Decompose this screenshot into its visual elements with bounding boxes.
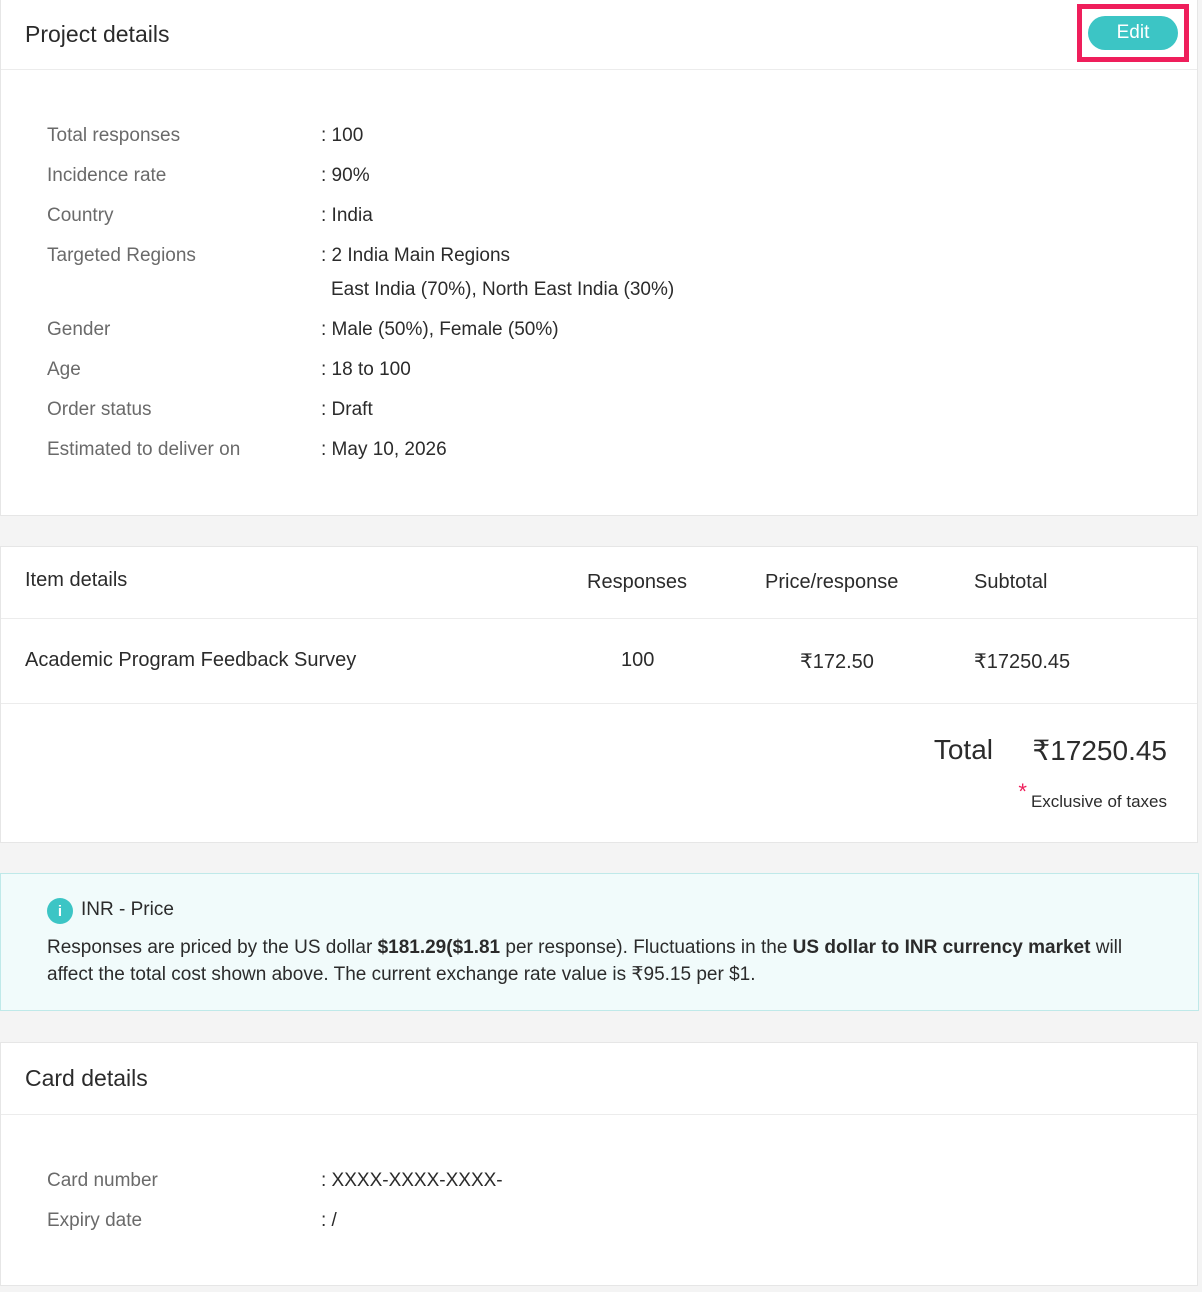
detail-value: : 90% [321, 165, 370, 186]
column-header-subtotal: Subtotal [974, 571, 1048, 593]
detail-label: Order status [47, 399, 152, 420]
card-details-title: Card details [25, 1065, 148, 1091]
detail-value: : 2 India Main Regions [321, 245, 511, 266]
detail-value: : Male (50%), Female (50%) [321, 319, 559, 340]
detail-value: : 100 [321, 125, 364, 146]
edit-button[interactable]: Edit [1088, 16, 1178, 50]
regions-breakdown: East India (70%), North East India (30%) [331, 279, 675, 300]
detail-label: Gender [47, 319, 111, 340]
item-details-card: Item details Responses Price/response Su… [0, 546, 1198, 843]
detail-label: Age [47, 359, 81, 380]
inr-price-notice: i INR - Price Responses are priced by th… [0, 873, 1199, 1011]
detail-value: : May 10, 2026 [321, 439, 447, 460]
item-table-header: Item details Responses Price/response Su… [1, 547, 1197, 619]
detail-label: Card number [47, 1170, 158, 1191]
column-header-price: Price/response [765, 571, 899, 593]
asterisk-icon: * [1018, 779, 1027, 804]
project-details-card: Project details Edit Total responses : 1… [0, 0, 1198, 516]
detail-label: Targeted Regions [47, 245, 196, 266]
notice-text-part: per response). Fluctuations in the [500, 937, 793, 958]
detail-label: Total responses [47, 125, 181, 146]
item-details-title: Item details [25, 569, 128, 591]
notice-market-emphasis: US dollar to INR currency market [792, 937, 1091, 958]
detail-label: Expiry date [47, 1210, 143, 1231]
card-details-header: Card details [1, 1043, 1197, 1115]
notice-text: Responses are priced by the US dollar $1… [47, 934, 1157, 988]
detail-value: : Draft [321, 399, 373, 420]
notice-text-part: Responses are priced by the US dollar [47, 937, 378, 958]
project-details-header: Project details Edit [1, 0, 1197, 70]
item-responses: 100 [621, 649, 655, 671]
item-subtotal: ₹17250.45 [974, 651, 1071, 673]
notice-price-emphasis: $181.29($1.81 [377, 937, 501, 958]
tax-note-text: Exclusive of taxes [1030, 792, 1167, 811]
detail-value: : India [321, 205, 373, 226]
item-price: ₹172.50 [800, 651, 874, 673]
detail-label: Incidence rate [47, 165, 167, 186]
table-row: Academic Program Feedback Survey 100 ₹17… [1, 619, 1197, 704]
tax-note: * Exclusive of taxes [1018, 779, 1167, 813]
edit-highlight: Edit [1077, 4, 1189, 62]
detail-label: Country [47, 205, 114, 226]
detail-value: : 18 to 100 [321, 359, 411, 380]
detail-value: : / [321, 1210, 337, 1231]
card-details-card: Card details Card number : XXXX-XXXX-XXX… [0, 1042, 1198, 1286]
column-header-responses: Responses [587, 571, 688, 593]
notice-title: INR - Price [81, 899, 174, 920]
detail-value: : XXXX-XXXX-XXXX- [321, 1170, 503, 1191]
total-value: ₹17250.45 [1032, 735, 1167, 766]
item-name: Academic Program Feedback Survey [25, 649, 357, 671]
info-icon: i [47, 898, 73, 924]
project-details-title: Project details [25, 21, 170, 47]
total-label: Total [933, 734, 993, 765]
detail-label: Estimated to deliver on [47, 439, 241, 460]
